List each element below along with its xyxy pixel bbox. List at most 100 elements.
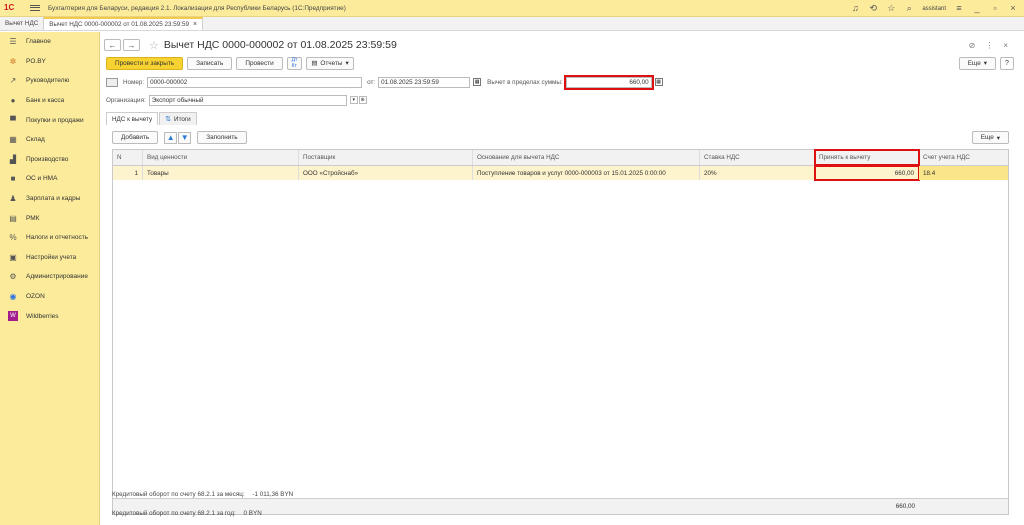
dropdown-icon[interactable]: ▾ <box>349 96 358 104</box>
app-title: Бухгалтерия для Беларуси, редакция 2.1. … <box>48 4 346 12</box>
move-up-icon[interactable]: ▲ <box>164 131 178 144</box>
more-button[interactable]: Еще ▾ <box>958 56 996 70</box>
tab-label: Итоги <box>174 115 191 123</box>
sidebar-item-warehouse[interactable]: ▦ Склад <box>0 130 99 150</box>
post-and-close-button[interactable]: Провести и закрыть <box>106 56 184 70</box>
tab-vat-deduction-doc[interactable]: Вычет НДС 0000-000002 от 01.08.2025 23:5… <box>44 17 204 30</box>
sidebar-item-admin[interactable]: ⚙ Администрирование <box>0 267 99 287</box>
vat-table: N Вид ценности Поставщик Основание для в… <box>112 149 1009 515</box>
calendar-icon[interactable]: ▦ <box>473 78 482 86</box>
settings-icon: ▣ <box>9 252 17 262</box>
sidebar-item-taxes[interactable]: % Налоги и отчетность <box>0 228 99 248</box>
sidebar-item-bank[interactable]: ● Банк и касса <box>0 91 99 111</box>
ozon-icon: ◉ <box>9 292 17 302</box>
history-icon[interactable]: ⟲ <box>868 4 878 14</box>
add-button[interactable]: Добавить <box>112 131 159 144</box>
sidebar-item-salary[interactable]: ♟ Зарплата и кадры <box>0 189 99 209</box>
gear-icon: ⚙ <box>9 272 17 282</box>
search-icon[interactable]: ⌕ <box>904 4 914 14</box>
cell-value-type: Товары <box>143 166 299 180</box>
register-icon: ▤ <box>9 213 17 223</box>
restore-icon[interactable]: ▫ <box>990 4 1000 14</box>
cell-vat-rate: 20% <box>700 166 815 180</box>
dt-kt-icon[interactable]: Дт Кт <box>286 56 303 70</box>
tab-vat-deduction-list[interactable]: Вычет НДС <box>0 17 45 30</box>
open-icon[interactable]: ⊕ <box>358 96 367 104</box>
user-name[interactable]: assistant <box>922 6 946 12</box>
totals-icon: ⇅ <box>165 116 172 123</box>
bell-icon[interactable]: ♫ <box>850 4 860 14</box>
tab-label: Вычет НДС 0000-000002 от 01.08.2025 23:5… <box>49 21 189 28</box>
tab-vat-to-deduct[interactable]: НДС к вычету <box>106 112 159 125</box>
cell-n: 1 <box>113 166 143 180</box>
help-button[interactable]: ? <box>1000 56 1014 70</box>
sidebar-item-ozon[interactable]: ◉ OZON <box>0 287 99 307</box>
sidebar-item-label: Wildberries <box>26 312 59 320</box>
sidebar-item-label: Налоги и отчетность <box>26 234 89 242</box>
col-value-type[interactable]: Вид ценности <box>143 150 299 165</box>
star-icon: ✲ <box>9 56 17 66</box>
cell-accept-deduction: 660,00 <box>814 165 920 181</box>
col-basis[interactable]: Основание для вычета НДС <box>473 150 700 165</box>
tab-totals[interactable]: ⇅ Итоги <box>159 112 197 125</box>
fill-button[interactable]: Заполнить <box>197 131 247 144</box>
document-form: ← → ☆ Вычет НДС 0000-000002 от 01.08.202… <box>104 32 1020 525</box>
sidebar-item-rmk[interactable]: ▤ РМК <box>0 208 99 228</box>
sidebar-item-label: PO.BY <box>26 57 46 65</box>
month-turnover-value: -1 011,36 BYN <box>252 491 294 498</box>
post-button[interactable]: Провести <box>236 56 283 70</box>
favorites-icon[interactable]: ☆ <box>886 4 896 14</box>
cell-vat-account[interactable]: 18.4 <box>919 166 1008 180</box>
save-button[interactable]: Записать <box>187 56 233 70</box>
minimize-icon[interactable]: _ <box>972 4 982 14</box>
main-menu-icon[interactable] <box>28 2 42 14</box>
reports-button[interactable]: ▤ Отчеты ▾ <box>306 56 354 70</box>
sidebar-item-purchases[interactable]: ▀ Покупки и продажи <box>0 110 99 130</box>
form-toolbar: Провести и закрыть Записать Провести Дт К… <box>106 56 1014 70</box>
chart-icon: ↗ <box>9 76 17 86</box>
forward-button[interactable]: → <box>123 39 140 51</box>
link-icon[interactable]: ⊘ <box>969 41 976 50</box>
sidebar-item-label: РМК <box>26 214 40 222</box>
sidebar-item-wildberries[interactable]: W Wildberries <box>0 306 99 326</box>
col-accept-deduction[interactable]: Принять к вычету <box>814 149 920 166</box>
form-header: ← → ☆ Вычет НДС 0000-000002 от 01.08.202… <box>104 38 1016 52</box>
col-n[interactable]: N <box>113 150 143 165</box>
organization-field[interactable]: Экспорт обычный <box>148 94 347 106</box>
document-icon <box>106 77 118 87</box>
tax-icon: % <box>9 233 17 243</box>
number-field[interactable]: 0000-000002 <box>147 76 363 88</box>
col-vat-rate[interactable]: Ставка НДС <box>700 150 815 165</box>
sidebar-item-main[interactable]: ☰ Главное <box>0 32 99 52</box>
header-fields: Номер: 0000-000002 от: 01.08.2025 23:59:… <box>106 74 1014 90</box>
close-form-icon[interactable]: × <box>1003 41 1008 50</box>
calculator-icon[interactable]: ▦ <box>654 78 663 86</box>
settings-menu-icon[interactable]: ≡ <box>954 4 964 14</box>
close-tab-icon[interactable]: × <box>193 21 197 28</box>
more-vertical-icon[interactable]: ⋮ <box>985 41 993 50</box>
sidebar-item-assets[interactable]: ■ ОС и НМА <box>0 169 99 189</box>
sidebar-item-manager[interactable]: ↗ Руководителю <box>0 71 99 91</box>
col-vat-account[interactable]: Счет учета НДС <box>919 150 1008 165</box>
table-more-button[interactable]: Еще ▾ <box>971 131 1009 144</box>
chevron-down-icon: ▾ <box>345 60 349 67</box>
sidebar-item-accounting-settings[interactable]: ▣ Настройки учета <box>0 248 99 268</box>
page-title: Вычет НДС 0000-000002 от 01.08.2025 23:5… <box>163 39 397 51</box>
sidebar-item-label: Склад <box>26 136 45 144</box>
table-header: N Вид ценности Поставщик Основание для в… <box>113 149 1008 166</box>
factory-icon: ▟ <box>9 154 17 164</box>
favorite-star-icon[interactable]: ☆ <box>149 39 159 52</box>
move-down-icon[interactable]: ▼ <box>178 131 192 144</box>
table-row[interactable]: 1 Товары ООО «Стройснаб» Поступление тов… <box>113 165 1008 181</box>
deduction-limit-field[interactable]: 660,00 <box>563 74 654 90</box>
col-supplier[interactable]: Поставщик <box>299 150 473 165</box>
year-turnover: Кредитовый оборот по счету 68.2.1 за год… <box>112 510 262 517</box>
sidebar-item-label: Производство <box>26 155 69 163</box>
sidebar-item-label: Настройки учета <box>26 253 77 261</box>
close-icon[interactable]: × <box>1008 4 1018 14</box>
date-field[interactable]: 01.08.2025 23:59:59 <box>378 76 471 88</box>
sidebar-item-poby[interactable]: ✲ PO.BY <box>0 52 99 72</box>
back-button[interactable]: ← <box>104 39 121 51</box>
organization-label: Организация: <box>106 96 146 104</box>
sidebar-item-production[interactable]: ▟ Производство <box>0 150 99 170</box>
